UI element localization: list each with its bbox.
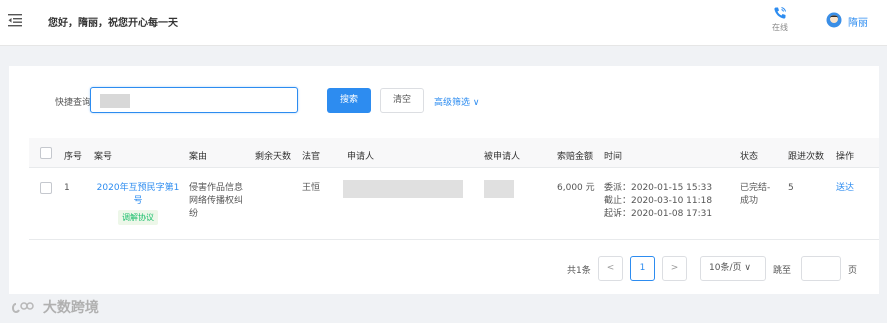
case-no-link[interactable]: 2020年互预民字第1 xyxy=(93,182,183,195)
status-cell: 已完结- 成功 xyxy=(740,182,782,208)
redacted-respondent xyxy=(484,180,514,198)
row-checkbox[interactable] xyxy=(40,182,52,194)
page-size-select[interactable]: 10条/页 ∨ xyxy=(700,256,766,281)
follow-count-cell: 5 xyxy=(788,183,794,193)
judge-cell: 王恒 xyxy=(302,183,321,193)
time-deadline: 截止：2020-03-10 11:18 xyxy=(604,196,713,206)
content-card: 快捷查询: 搜索 清空 高级筛选 ∨ 序号 案号 案由 剩余天数 法官 申请人 … xyxy=(9,66,879,294)
cause-line: 侵害作品信息 xyxy=(189,183,244,193)
greeting-text: 您好，隋丽，祝您开心每一天 xyxy=(48,18,178,29)
time-cell: 委派：2020-01-15 15:33 截止：2020-03-10 11:18 … xyxy=(604,182,724,221)
mediation-tag: 调解协议 xyxy=(118,210,158,225)
col-index: 序号 xyxy=(64,152,83,162)
col-time: 时间 xyxy=(604,152,623,162)
amount-cell: 6,000 元 xyxy=(557,183,595,193)
cause-line: 网络传播权纠 xyxy=(189,196,244,206)
status-line: 成功 xyxy=(740,196,759,206)
time-assign: 委派：2020-01-15 15:33 xyxy=(604,183,713,193)
top-header: 您好，隋丽，祝您开心每一天 在线 隋丽 xyxy=(0,0,887,46)
pagination: 共1条 < 1 > 10条/页 ∨ 跳至 页 xyxy=(9,254,879,281)
col-case-no: 案号 xyxy=(94,152,113,162)
user-name: 隋丽 xyxy=(848,18,868,29)
online-status[interactable]: 在线 xyxy=(766,4,794,40)
deliver-action-link[interactable]: 送达 xyxy=(836,182,854,195)
phone-icon xyxy=(774,7,786,19)
search-label: 快捷查询: xyxy=(55,98,95,108)
redacted-applicant xyxy=(343,180,463,198)
search-button[interactable]: 搜索 xyxy=(327,88,371,113)
prev-page-button[interactable]: < xyxy=(598,256,623,281)
redacted-input-text xyxy=(100,94,130,108)
page-unit-label: 页 xyxy=(848,266,858,276)
col-applicant: 申请人 xyxy=(347,152,375,162)
row-index: 1 xyxy=(64,183,70,193)
col-judge: 法官 xyxy=(302,152,321,162)
col-amount: 索赔金额 xyxy=(557,152,594,162)
case-no-cell: 2020年互预民字第1 号 调解协议 xyxy=(93,182,183,225)
col-follow-count: 跟进次数 xyxy=(788,152,825,162)
watermark-icon xyxy=(12,302,34,314)
col-respondent: 被申请人 xyxy=(484,152,521,162)
watermark-logo: 大数跨境 xyxy=(10,297,99,317)
time-filed: 起诉：2020-01-08 17:31 xyxy=(604,209,713,219)
jump-label: 跳至 xyxy=(773,266,792,276)
table-row: 1 2020年互预民字第1 号 调解协议 侵害作品信息 网络传播权纠 纷 王恒 … xyxy=(29,170,879,240)
next-page-button[interactable]: > xyxy=(662,256,687,281)
watermark-text: 大数跨境 xyxy=(42,300,99,316)
advanced-filter-link[interactable]: 高级筛选 ∨ xyxy=(434,95,479,108)
total-count: 共1条 xyxy=(567,266,591,276)
case-no-link-suffix[interactable]: 号 xyxy=(93,195,183,208)
select-all-checkbox[interactable] xyxy=(40,147,52,159)
avatar-icon xyxy=(826,12,842,28)
col-cause: 案由 xyxy=(189,152,208,162)
online-label: 在线 xyxy=(772,23,788,32)
search-bar: 快捷查询: 搜索 清空 高级筛选 ∨ xyxy=(9,87,879,113)
jump-page-input[interactable] xyxy=(801,256,841,281)
page-1-button[interactable]: 1 xyxy=(630,256,655,281)
status-line: 已完结- xyxy=(740,183,771,193)
col-status: 状态 xyxy=(740,152,759,162)
cause-line: 纷 xyxy=(189,209,199,219)
cause-cell: 侵害作品信息 网络传播权纠 纷 xyxy=(189,182,251,221)
clear-button[interactable]: 清空 xyxy=(380,88,424,113)
col-remaining-days: 剩余天数 xyxy=(255,152,292,162)
menu-collapse-icon[interactable] xyxy=(8,13,24,27)
col-action: 操作 xyxy=(836,152,855,162)
table-header: 序号 案号 案由 剩余天数 法官 申请人 被申请人 索赔金额 时间 状态 跟进次… xyxy=(29,138,879,168)
search-input[interactable] xyxy=(90,87,298,113)
